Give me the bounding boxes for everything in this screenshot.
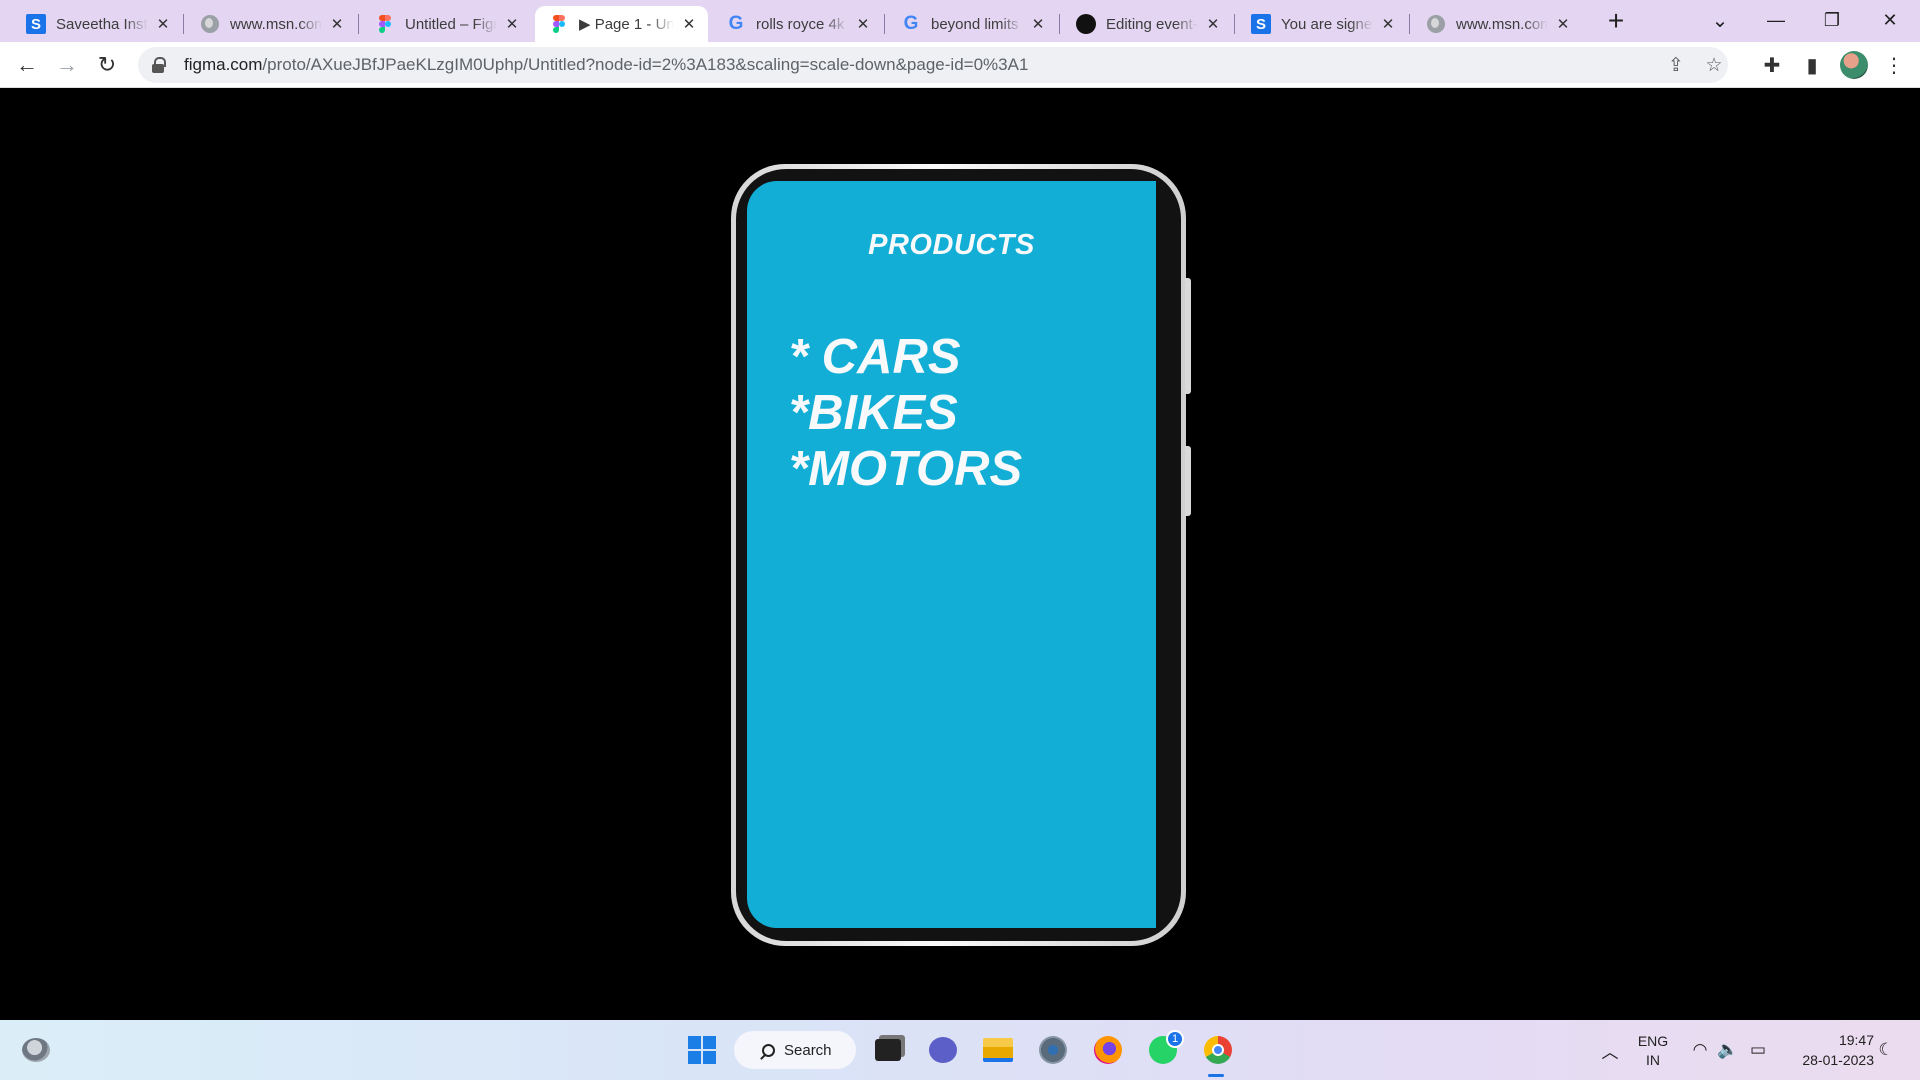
region-code: IN bbox=[1646, 1052, 1660, 1068]
globe-icon bbox=[1426, 14, 1446, 34]
search-label: Search bbox=[784, 1041, 832, 1059]
tab-title: Untitled – Figma bbox=[405, 15, 497, 33]
figma-icon bbox=[375, 14, 395, 34]
close-icon[interactable]: ✕ bbox=[328, 15, 346, 33]
tab-msn[interactable]: www.msn.com ✕ bbox=[186, 6, 356, 42]
speaker-muted-icon[interactable]: 🔈 bbox=[1716, 1038, 1740, 1062]
google-icon: G bbox=[728, 13, 744, 34]
close-icon[interactable]: ✕ bbox=[503, 15, 521, 33]
browser-toolbar: ← → ↻ figma.com/proto/AXueJBfJPaeKLzgIM0… bbox=[0, 42, 1920, 88]
close-icon[interactable]: ✕ bbox=[1554, 15, 1572, 33]
clock[interactable]: 19:47 28-01-2023 bbox=[1784, 1030, 1874, 1070]
bookmark-star-icon[interactable]: ☆ bbox=[1702, 53, 1726, 77]
tab-title: Saveetha Institute of Medical And Techni… bbox=[56, 15, 148, 33]
tab-title: ▶ Page 1 - Untitled bbox=[579, 16, 674, 33]
tab-github[interactable]: Editing event-management ✕ bbox=[1062, 6, 1232, 42]
github-icon bbox=[1076, 14, 1096, 34]
url-text: figma.com/proto/AXueJBfJPaeKLzgIM0Uphp/U… bbox=[184, 55, 1028, 75]
clock-time: 19:47 bbox=[1838, 1032, 1874, 1048]
screen-title: PRODUCTS bbox=[868, 229, 1035, 261]
phone-screen: PRODUCTS * CARS *BIKES *MOTORS bbox=[747, 181, 1156, 928]
tab-title: www.msn.com bbox=[1456, 15, 1548, 33]
share-icon[interactable]: ⇪ bbox=[1664, 53, 1688, 77]
figma-prototype-viewport: PRODUCTS * CARS *BIKES *MOTORS bbox=[0, 88, 1920, 1020]
tab-msn-2[interactable]: www.msn.com ✕ bbox=[1412, 6, 1582, 42]
tab-figma-untitled[interactable]: Untitled – Figma ✕ bbox=[361, 6, 531, 42]
url-domain: figma.com bbox=[184, 55, 263, 74]
chrome-icon[interactable] bbox=[1200, 1032, 1236, 1068]
tab-beyond-limits[interactable]: G beyond limits - Google Search ✕ bbox=[887, 6, 1057, 42]
tab-saveetha[interactable]: S Saveetha Institute of Medical And Tech… bbox=[12, 6, 182, 42]
tab-divider bbox=[183, 14, 184, 34]
saveetha-s-icon: S bbox=[1251, 14, 1271, 34]
active-app-indicator bbox=[1208, 1074, 1224, 1077]
globe-icon bbox=[200, 14, 220, 34]
restore-button[interactable]: ❐ bbox=[1804, 0, 1860, 40]
close-icon[interactable]: ✕ bbox=[154, 15, 172, 33]
close-icon[interactable]: ✕ bbox=[854, 15, 872, 33]
clock-date: 28-01-2023 bbox=[1802, 1052, 1874, 1068]
tab-divider bbox=[1409, 14, 1410, 34]
close-icon[interactable]: ✕ bbox=[680, 15, 698, 33]
taskbar-search[interactable]: Search bbox=[734, 1031, 856, 1069]
lock-icon[interactable] bbox=[152, 57, 166, 73]
file-explorer-icon[interactable] bbox=[980, 1032, 1016, 1068]
search-icon bbox=[762, 1043, 775, 1057]
windows-taskbar: Search 1 ︿ ENG IN ◠ 🔈 ▭ 19:47 28-01-2023… bbox=[0, 1020, 1920, 1080]
tab-title: rolls royce 4k - Google Search bbox=[756, 15, 848, 33]
widgets-icon[interactable] bbox=[22, 1038, 50, 1062]
list-item-motors: *MOTORS bbox=[789, 442, 1023, 496]
minimize-button[interactable]: — bbox=[1748, 0, 1804, 40]
language-indicator[interactable]: ENG IN bbox=[1636, 1032, 1670, 1070]
tab-divider bbox=[884, 14, 885, 34]
settings-gear-icon[interactable] bbox=[1035, 1032, 1071, 1068]
tab-title: Editing event-management bbox=[1106, 15, 1198, 33]
battery-icon[interactable]: ▭ bbox=[1746, 1038, 1770, 1062]
phone-side-button bbox=[1185, 278, 1191, 394]
browser-tab-strip: S Saveetha Institute of Medical And Tech… bbox=[0, 0, 1920, 42]
tab-title: beyond limits - Google Search bbox=[931, 15, 1023, 33]
list-item-cars: * CARS bbox=[789, 330, 961, 384]
product-list: * CARS *BIKES *MOTORS bbox=[789, 329, 1022, 497]
close-icon[interactable]: ✕ bbox=[1204, 15, 1222, 33]
tab-rolls-royce[interactable]: G rolls royce 4k - Google Search ✕ bbox=[712, 6, 882, 42]
tab-divider bbox=[358, 14, 359, 34]
tab-page1-active[interactable]: ▶ Page 1 - Untitled ✕ bbox=[535, 6, 708, 42]
moon-icon[interactable]: ☾ bbox=[1874, 1038, 1898, 1062]
profile-avatar[interactable] bbox=[1840, 51, 1868, 79]
chevron-up-icon[interactable]: ︿ bbox=[1598, 1038, 1622, 1062]
task-view-icon[interactable] bbox=[870, 1032, 906, 1068]
close-window-button[interactable]: ✕ bbox=[1862, 0, 1918, 40]
google-icon: G bbox=[903, 13, 919, 34]
back-button[interactable]: ← bbox=[11, 49, 43, 81]
close-icon[interactable]: ✕ bbox=[1029, 15, 1047, 33]
start-button[interactable] bbox=[684, 1032, 720, 1068]
extensions-puzzle-icon[interactable]: ✚ bbox=[1758, 51, 1786, 79]
side-panel-icon[interactable]: ▮ bbox=[1798, 51, 1826, 79]
wifi-icon[interactable]: ◠ bbox=[1688, 1038, 1712, 1062]
forward-button[interactable]: → bbox=[51, 49, 83, 81]
address-bar[interactable]: figma.com/proto/AXueJBfJPaeKLzgIM0Uphp/U… bbox=[138, 47, 1728, 83]
saveetha-s-icon: S bbox=[26, 14, 46, 34]
tab-title: You are signed in bbox=[1281, 15, 1373, 33]
reload-button[interactable]: ↻ bbox=[91, 49, 123, 81]
tab-signed-in[interactable]: S You are signed in ✕ bbox=[1237, 6, 1407, 42]
tab-title: www.msn.com bbox=[230, 15, 322, 33]
more-menu-icon[interactable]: ⋮ bbox=[1880, 51, 1908, 79]
tab-divider bbox=[1234, 14, 1235, 34]
phone-side-button bbox=[1185, 446, 1191, 516]
windows-logo-icon bbox=[688, 1036, 716, 1064]
figma-icon bbox=[549, 14, 569, 34]
url-path: /proto/AXueJBfJPaeKLzgIM0Uphp/Untitled?n… bbox=[262, 55, 1029, 74]
list-item-bikes: *BIKES bbox=[789, 386, 958, 440]
firefox-icon[interactable] bbox=[1090, 1032, 1126, 1068]
close-icon[interactable]: ✕ bbox=[1379, 15, 1397, 33]
new-tab-button[interactable]: + bbox=[1600, 5, 1632, 36]
tab-divider bbox=[1059, 14, 1060, 34]
notification-badge: 1 bbox=[1166, 1030, 1184, 1048]
language-code: ENG bbox=[1637, 1033, 1669, 1049]
teams-chat-icon[interactable] bbox=[925, 1032, 961, 1068]
tab-search-button[interactable]: ⌄ bbox=[1692, 0, 1748, 40]
